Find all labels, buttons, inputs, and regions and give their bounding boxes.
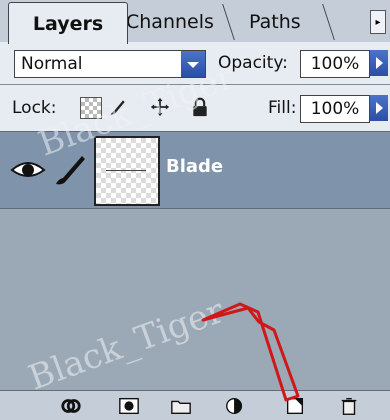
- thumbnail-blade-line: [106, 170, 146, 171]
- layer-thumbnail[interactable]: [94, 136, 160, 206]
- layers-panel: Paths Channels Layers ▸ Normal Opacity: …: [0, 0, 390, 420]
- adjustment-layer-icon[interactable]: [224, 396, 246, 416]
- opacity-slider-arrow-icon[interactable]: [370, 50, 388, 76]
- new-layer-icon[interactable]: [284, 396, 306, 416]
- layers-list: Blade: [0, 132, 390, 390]
- delete-layer-icon[interactable]: [338, 396, 360, 416]
- chevron-down-icon[interactable]: [181, 51, 205, 77]
- tab-layers[interactable]: Layers: [8, 2, 128, 44]
- lock-position-icon[interactable]: [150, 97, 170, 117]
- opacity-label: Opacity:: [218, 53, 288, 73]
- layer-row-blade[interactable]: Blade: [0, 132, 390, 209]
- lock-image-pixels-icon[interactable]: [108, 97, 128, 117]
- lock-fill-row: Lock: Fill: 100%: [0, 85, 390, 132]
- blend-mode-value: Normal: [21, 54, 83, 74]
- visibility-eye-icon[interactable]: [8, 152, 48, 188]
- fill-field[interactable]: 100%: [300, 95, 370, 123]
- panel-menu-button[interactable]: ▸: [370, 10, 386, 34]
- blend-opacity-row: Normal Opacity: 100%: [0, 42, 390, 85]
- lock-transparency-icon[interactable]: [80, 97, 102, 119]
- layer-mask-icon[interactable]: [118, 396, 140, 416]
- panel-tab-bar: Paths Channels Layers ▸: [0, 0, 390, 44]
- layer-name[interactable]: Blade: [166, 156, 223, 177]
- opacity-field[interactable]: 100%: [300, 50, 370, 78]
- fill-label: Fill:: [268, 98, 297, 118]
- link-layers-icon[interactable]: [60, 396, 82, 416]
- lock-label: Lock:: [12, 98, 57, 118]
- blend-mode-dropdown[interactable]: Normal: [14, 50, 206, 78]
- lock-all-icon[interactable]: [190, 97, 210, 117]
- panel-menu-arrow-icon: ▸: [375, 16, 381, 28]
- tab-paths[interactable]: Paths: [216, 4, 335, 40]
- new-group-icon[interactable]: [170, 396, 192, 416]
- fill-slider-arrow-icon[interactable]: [370, 95, 388, 121]
- brush-link-icon: [56, 156, 85, 185]
- bottom-toolbar: [0, 390, 390, 420]
